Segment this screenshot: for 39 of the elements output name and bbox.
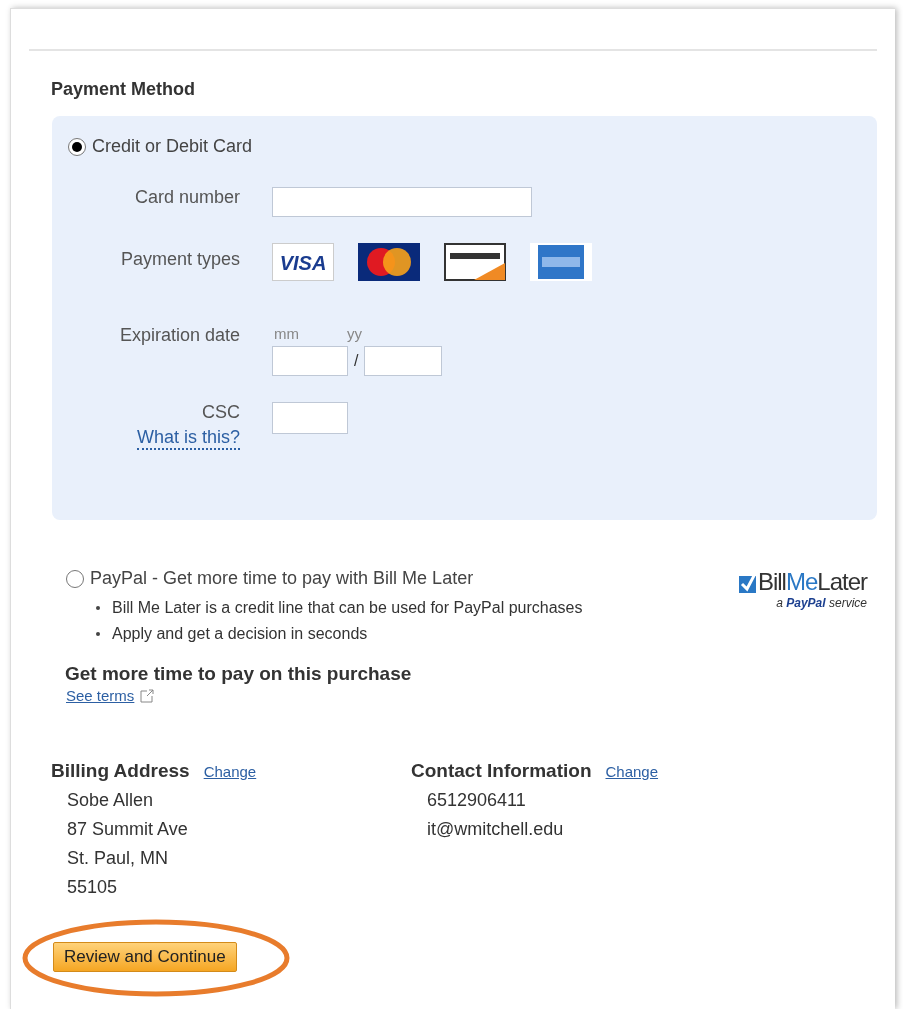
month-field[interactable] (272, 346, 348, 376)
section-title: Payment Method (51, 79, 196, 100)
contact-line: 6512906411 (427, 790, 527, 811)
date-separator: / (354, 352, 359, 370)
continue-button[interactable]: Review and Continue (53, 942, 237, 972)
month-hint: mm (274, 325, 299, 342)
contact-line: it@wmitchell.edu (427, 819, 565, 840)
radio-button[interactable] (66, 569, 84, 588)
logo-tagline: a PayPal service (776, 596, 867, 610)
card-number-field[interactable] (272, 187, 532, 217)
address-line: Sobe Allen (67, 790, 155, 811)
change-link[interactable]: Change (605, 763, 659, 780)
radio-button[interactable] (68, 137, 86, 156)
section-heading: Contact Information (411, 760, 592, 782)
bullet-text: Bill Me Later is a credit line that can be used for PayPal purchases (112, 599, 583, 617)
field-label: Expiration date (119, 325, 240, 346)
address-line: 87 Summit Ave (67, 819, 189, 840)
field-label: CSC (202, 402, 240, 423)
change-link[interactable]: Change (203, 763, 257, 780)
external-link-icon (140, 688, 155, 703)
year-field[interactable] (364, 346, 443, 376)
field-label: Payment types (120, 249, 240, 270)
section-heading: Billing Address (51, 760, 190, 782)
address-line: 55105 (67, 877, 119, 898)
year-hint: yy (347, 325, 362, 342)
help-link[interactable]: What is this? (136, 427, 240, 450)
logo-text: BillMeLater (757, 568, 867, 596)
option-label[interactable]: Credit or Debit Card (92, 136, 253, 157)
address-line: St. Paul, MN (67, 848, 170, 869)
bullet-text: Apply and get a decision in seconds (112, 625, 368, 643)
promo-headline: Get more time to pay on this purchase (65, 663, 412, 685)
csc-field[interactable] (272, 402, 348, 434)
bullet-icon (96, 632, 100, 636)
visa-card-icon: VISA (272, 243, 334, 281)
bullet-icon (96, 606, 100, 610)
option-label[interactable]: PayPal - Get more time to pay with Bill Me Later (90, 568, 474, 589)
mastercard-card-icon (358, 243, 420, 281)
field-label: Card number (134, 187, 240, 208)
terms-link[interactable]: See terms (66, 687, 135, 704)
